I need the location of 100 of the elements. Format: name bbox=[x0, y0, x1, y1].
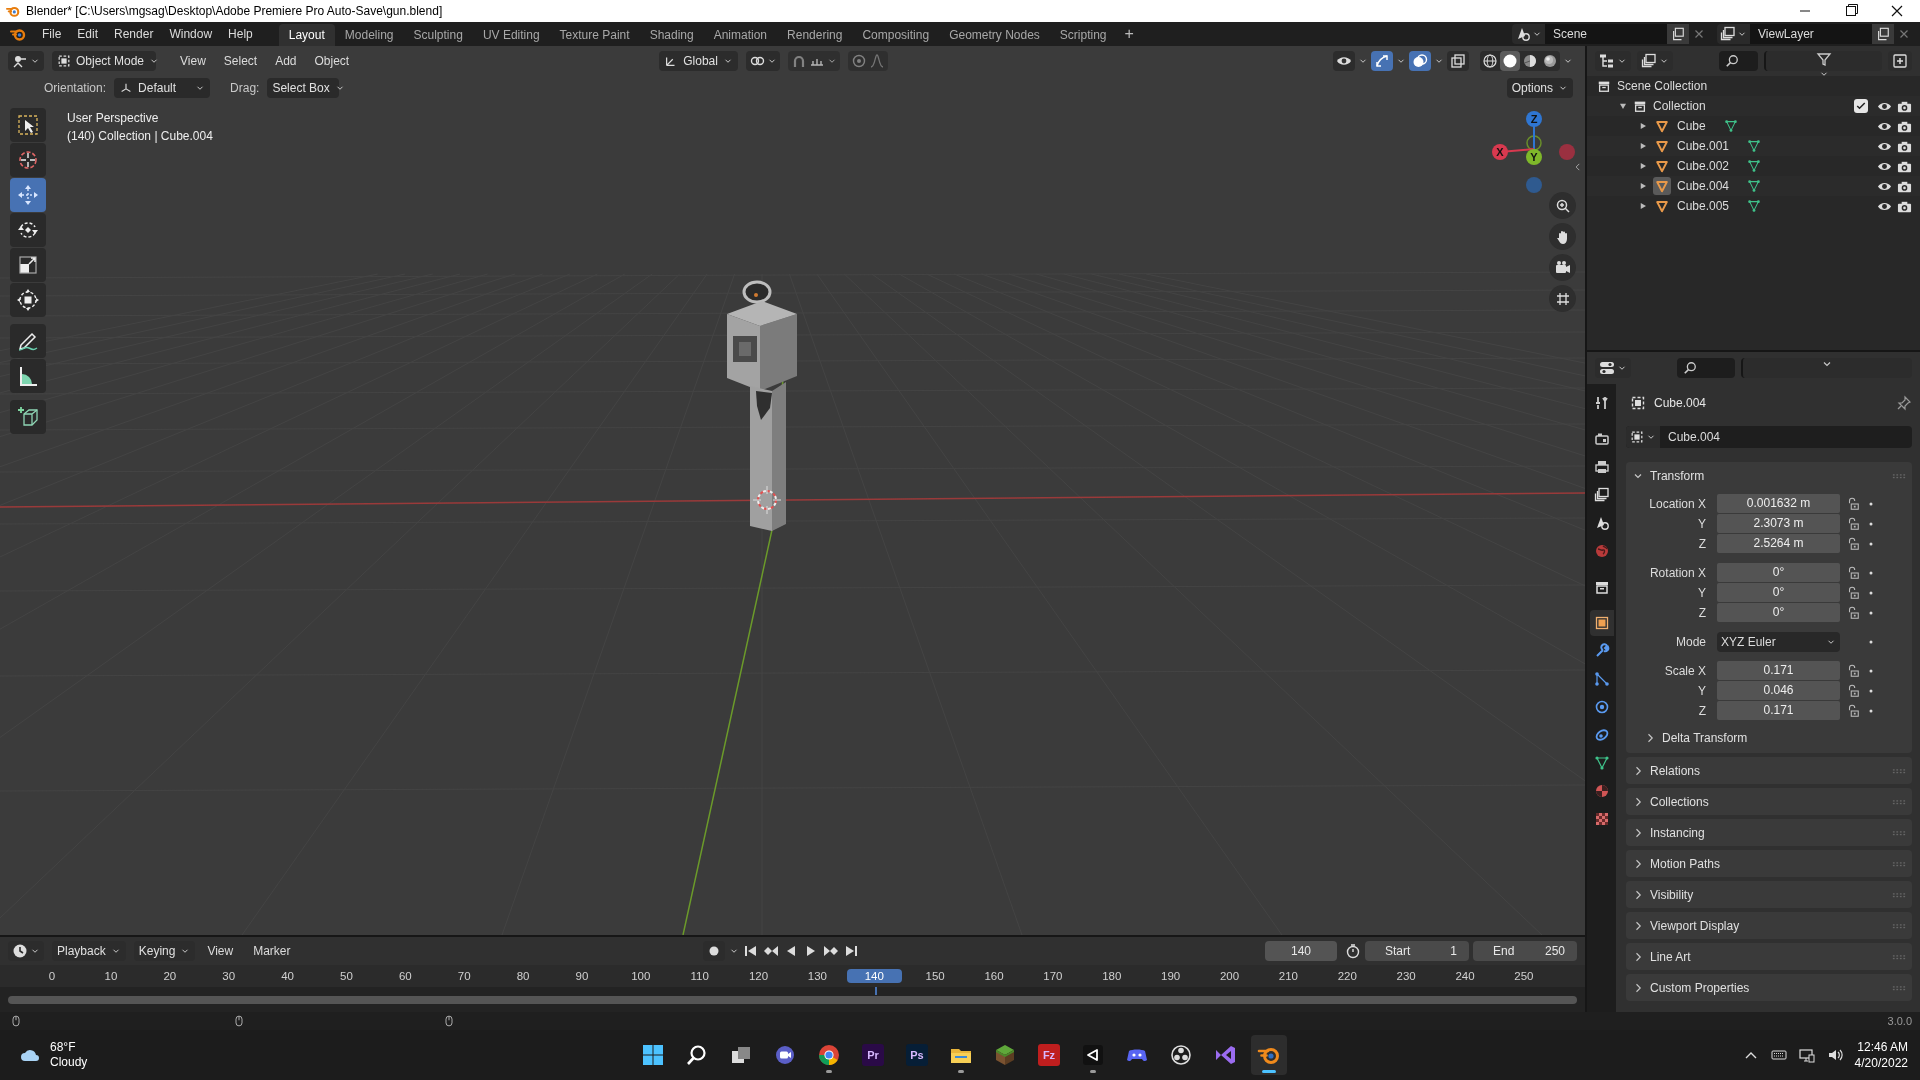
panel-header[interactable]: Visibility bbox=[1626, 881, 1912, 908]
number-field[interactable]: 0° bbox=[1717, 563, 1840, 582]
workspace-tab[interactable]: Texture Paint bbox=[549, 24, 640, 46]
workspace-tab[interactable]: Shading bbox=[639, 24, 704, 46]
outliner-item-label[interactable]: Cube bbox=[1677, 119, 1706, 133]
frame-number: 10 bbox=[104, 970, 118, 982]
property-label: Y bbox=[1697, 585, 1707, 600]
workspace-tab[interactable]: Geometry Nodes bbox=[939, 24, 1050, 46]
menu-item[interactable]: View bbox=[172, 52, 214, 70]
current-frame-marker[interactable]: 140 bbox=[846, 969, 902, 983]
number-field[interactable]: 2.3073 m bbox=[1717, 514, 1840, 533]
number-field[interactable]: 0.046 bbox=[1717, 681, 1840, 700]
property-label: Scale X bbox=[1663, 663, 1707, 678]
workspace-tab[interactable]: Layout bbox=[278, 24, 335, 46]
frame-number: 0 bbox=[48, 970, 56, 982]
frame-number: 150 bbox=[925, 970, 945, 982]
frame-number: 200 bbox=[1219, 970, 1240, 982]
view-layer-field[interactable]: ViewLayer bbox=[1750, 24, 1872, 44]
frame-number: 220 bbox=[1337, 970, 1357, 982]
orientation-default-dropdown[interactable]: Default bbox=[114, 78, 211, 98]
end-frame-field[interactable]: End 250 bbox=[1473, 941, 1577, 961]
frame-number: 230 bbox=[1396, 970, 1416, 982]
subpanel-header[interactable]: Delta Transform bbox=[1626, 725, 1912, 751]
orientation-dropdown[interactable]: Global bbox=[659, 51, 738, 71]
menu-item[interactable]: Select bbox=[215, 52, 266, 70]
outliner-item-label[interactable]: Cube.005 bbox=[1677, 199, 1730, 213]
outliner-item-label[interactable]: Collection bbox=[1653, 99, 1706, 113]
menu-item[interactable]: Marker bbox=[245, 942, 299, 960]
workspace-tab[interactable]: Compositing bbox=[852, 24, 940, 46]
start-frame-field[interactable]: Start 1 bbox=[1365, 941, 1469, 961]
number-field[interactable]: 0.171 bbox=[1717, 661, 1840, 680]
workspace-tab[interactable]: Sculpting bbox=[403, 24, 473, 46]
taskbar-button[interactable]: Ps bbox=[899, 1035, 935, 1075]
clock-time[interactable]: 12:46 AM bbox=[1857, 1039, 1908, 1055]
menu-item[interactable]: Object bbox=[306, 52, 358, 70]
mode-dropdown[interactable]: Object Mode bbox=[52, 51, 156, 71]
menu-dropdown[interactable]: Playback bbox=[52, 941, 126, 961]
frame-number: 60 bbox=[398, 970, 412, 982]
panel-header[interactable]: Line Art bbox=[1626, 943, 1912, 970]
menu-item[interactable]: Window bbox=[161, 25, 221, 43]
weather-condition-text: Cloudy bbox=[50, 1055, 88, 1070]
version-text: 3.0.0 bbox=[1887, 1015, 1912, 1027]
app-letter-tile: Fz bbox=[1038, 1044, 1060, 1066]
window-title: Blender* [C:\Users\mgsag\Desktop\Adobe Premiere Pro Auto-Save\gun.blend] bbox=[26, 4, 443, 18]
viewport-info-text: (140) Collection | Cube.004 bbox=[67, 128, 213, 145]
number-field[interactable]: 2.5264 m bbox=[1717, 534, 1840, 553]
frame-number: 210 bbox=[1278, 970, 1298, 982]
scene-field[interactable]: Scene bbox=[1545, 24, 1667, 44]
clock-date[interactable]: 4/20/2022 bbox=[1854, 1055, 1908, 1071]
taskbar-button[interactable]: Fz bbox=[1031, 1035, 1067, 1075]
mode-dropdown[interactable]: XYZ Euler bbox=[1717, 631, 1840, 652]
outliner-item-label[interactable]: Scene Collection bbox=[1617, 79, 1708, 93]
options-dropdown[interactable]: Options bbox=[1506, 78, 1573, 98]
workspace-tab[interactable]: Modeling bbox=[334, 24, 404, 46]
number-field[interactable]: 0.001632 m bbox=[1717, 494, 1840, 513]
menu-dropdown[interactable]: Keying bbox=[133, 941, 196, 961]
frame-number: 50 bbox=[340, 970, 353, 982]
frame-number: 30 bbox=[222, 970, 236, 982]
workspace-tab[interactable]: UV Editing bbox=[472, 24, 550, 46]
menu-item[interactable]: Edit bbox=[69, 25, 107, 43]
frame-number: 190 bbox=[1161, 970, 1181, 982]
panel-header[interactable]: Viewport Display bbox=[1626, 912, 1912, 939]
property-label: Z bbox=[1697, 536, 1707, 551]
app-letter-tile: Ps bbox=[906, 1044, 928, 1066]
panel-header[interactable]: Instancing bbox=[1626, 819, 1912, 846]
panel-header[interactable]: Motion Paths bbox=[1626, 850, 1912, 877]
property-label: Rotation X bbox=[1648, 565, 1707, 580]
number-field[interactable]: 0° bbox=[1717, 603, 1840, 622]
workspace-tab[interactable]: Rendering bbox=[777, 24, 853, 46]
datablock-name[interactable]: Cube.004 bbox=[1660, 430, 1721, 444]
add-workspace-button[interactable]: + bbox=[1116, 22, 1142, 46]
frame-number: 90 bbox=[575, 970, 589, 982]
number-field[interactable]: 0.171 bbox=[1717, 701, 1840, 720]
menu-item[interactable]: View bbox=[199, 942, 242, 960]
menu-item[interactable]: Render bbox=[106, 25, 162, 43]
datablock-field[interactable]: Cube.004 bbox=[1626, 426, 1912, 448]
axis-handle[interactable]: Z bbox=[1526, 111, 1542, 150]
orientation-label: Orientation: bbox=[44, 81, 107, 95]
workspace-tab[interactable]: Scripting bbox=[1049, 24, 1117, 46]
outliner-item-label[interactable]: Cube.002 bbox=[1677, 159, 1730, 173]
menu-item[interactable]: File bbox=[34, 25, 70, 43]
property-label: Z bbox=[1697, 605, 1707, 620]
object-name: Cube.004 bbox=[1654, 396, 1707, 410]
menu-item[interactable]: Add bbox=[267, 52, 305, 70]
current-frame-field[interactable]: 140 bbox=[1265, 941, 1337, 961]
menu-item[interactable]: Help bbox=[220, 25, 261, 43]
outliner-item-label[interactable]: Cube.001 bbox=[1677, 139, 1730, 153]
outliner-item-label[interactable]: Cube.004 bbox=[1677, 179, 1730, 193]
panel-header[interactable]: Collections bbox=[1626, 788, 1912, 815]
frame-number: 250 bbox=[1514, 970, 1534, 982]
workspace-tab[interactable]: Animation bbox=[703, 24, 778, 46]
frame-number: 130 bbox=[807, 970, 827, 982]
app-letter-tile: Pr bbox=[862, 1044, 884, 1066]
taskbar-button[interactable]: Pr bbox=[855, 1035, 891, 1075]
panel-header[interactable]: Custom Properties bbox=[1626, 974, 1912, 1001]
panel-header[interactable]: Relations bbox=[1626, 757, 1912, 784]
axis-handle[interactable]: Y bbox=[1526, 148, 1542, 165]
number-field[interactable]: 0° bbox=[1717, 583, 1840, 602]
panel-header[interactable]: Transform bbox=[1626, 462, 1912, 489]
viewport-info-text: User Perspective bbox=[67, 110, 160, 127]
